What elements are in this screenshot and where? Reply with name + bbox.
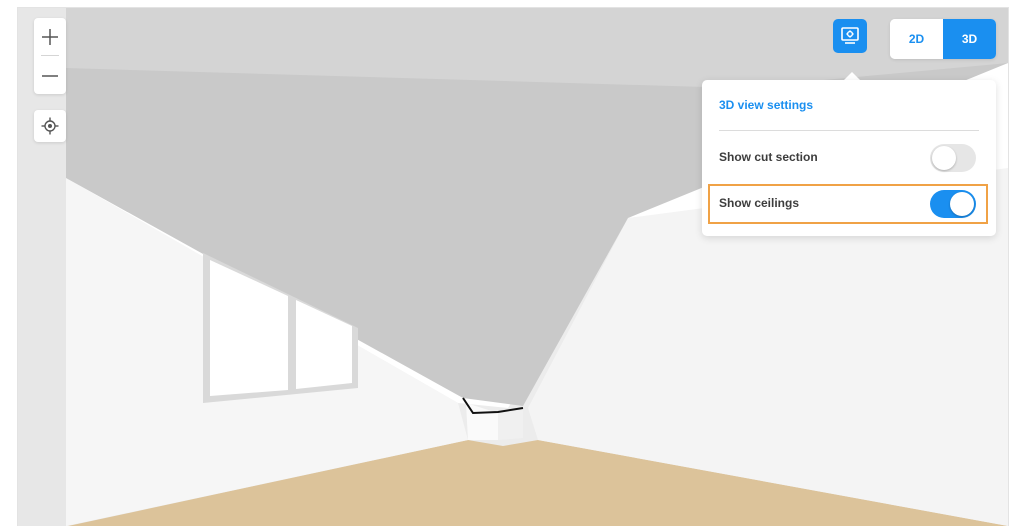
crosshair-icon <box>41 117 59 135</box>
setting-row-cut-section[interactable]: Show cut section <box>708 138 988 178</box>
panel-title: 3D view settings <box>719 98 814 112</box>
minus-icon <box>42 74 58 77</box>
view-3d-button[interactable]: 3D <box>943 19 996 59</box>
setting-label-cut-section: Show cut section <box>719 150 818 164</box>
settings-panel-caret <box>844 72 860 80</box>
zoom-out-button[interactable] <box>34 57 66 94</box>
view-settings-panel: 3D view settings Show cut section Show c… <box>702 80 996 236</box>
panel-divider <box>719 130 979 131</box>
setting-row-show-ceilings[interactable]: Show ceilings <box>708 184 988 224</box>
cut-section-toggle[interactable] <box>930 144 976 172</box>
toggle-knob <box>950 192 974 216</box>
setting-label-show-ceilings: Show ceilings <box>719 196 800 210</box>
plus-icon <box>42 28 58 45</box>
show-ceilings-toggle[interactable] <box>930 190 976 218</box>
recenter-button[interactable] <box>34 110 66 142</box>
viewport-3d[interactable]: 2D 3D 3D view settings Show cut section … <box>17 7 1009 526</box>
view-settings-button[interactable] <box>833 19 867 53</box>
view-2d-button[interactable]: 2D <box>890 19 943 59</box>
toggle-knob <box>932 146 956 170</box>
monitor-gear-icon <box>841 27 859 44</box>
zoom-controls <box>34 18 66 94</box>
zoom-divider <box>41 55 59 56</box>
view-mode-toggle: 2D 3D <box>890 19 996 59</box>
zoom-in-button[interactable] <box>34 18 66 55</box>
